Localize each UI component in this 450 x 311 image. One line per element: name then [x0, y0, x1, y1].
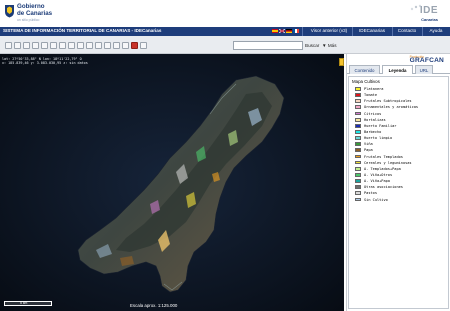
legend-label: Papa — [364, 148, 373, 153]
scale-bar-label: 5 km — [20, 301, 28, 305]
more-options-button[interactable]: ▼ Más — [322, 41, 337, 50]
legend-label: Platanera — [364, 87, 384, 91]
satellite-map-image — [0, 54, 344, 311]
legend-swatch — [355, 197, 361, 202]
map-canvas[interactable]: lat: 27º50'33,88" N lon: 18º11'22,79" O … — [0, 54, 344, 311]
nav-divider — [392, 27, 393, 36]
legend-label: Tomate — [364, 93, 377, 98]
legend-label: Barbecho — [364, 129, 382, 134]
legend-swatch — [355, 160, 361, 165]
nav-link-help[interactable]: Ayuda — [425, 28, 447, 33]
coordinates-readout: lat: 27º50'33,88" N lon: 18º11'22,79" O … — [2, 57, 88, 66]
legend-swatch — [355, 111, 361, 116]
legend-label: Huerto Familiar — [364, 123, 397, 128]
measure-distance-tool-icon[interactable] — [50, 42, 57, 49]
system-title: SISTEMA DE INFORMACIÓN TERRITORIAL DE CA… — [3, 28, 162, 33]
grafcan-logo[interactable]: GRAFCAN — [410, 57, 444, 64]
settings-tool-icon[interactable] — [140, 42, 147, 49]
app-window: Gobierno de Canarias un sitio público ID… — [0, 0, 450, 311]
info-tool-icon[interactable] — [41, 42, 48, 49]
legend-label: Viña — [364, 142, 373, 147]
scale-bar — [4, 301, 52, 306]
toggle-panel-button[interactable] — [339, 58, 344, 66]
legend-label: Sin Cultivo — [364, 197, 388, 202]
legend-swatch — [355, 191, 361, 196]
legend-label: Frutales Templados — [364, 154, 403, 159]
zoom-out-tool-icon[interactable] — [23, 42, 30, 49]
legend-swatch — [355, 105, 361, 110]
tab-contenido[interactable]: Contenido — [349, 65, 380, 74]
nav-divider — [302, 27, 303, 36]
canarias-crest-icon[interactable] — [4, 4, 15, 18]
nav-link-previous-viewer[interactable]: Visor anterior (v3) — [307, 28, 351, 33]
nav-divider — [352, 27, 353, 36]
legend-swatch — [355, 129, 361, 134]
legend-label: A. Viña+Papa — [364, 179, 390, 184]
tab-leyenda[interactable]: Leyenda — [382, 65, 413, 74]
side-panel: Producido GRAFCAN Contenido Leyenda URL … — [346, 54, 450, 311]
previous-extent-tool-icon[interactable] — [68, 42, 75, 49]
gov-name-line2: de Canarias — [17, 9, 53, 17]
nav-divider — [422, 27, 423, 36]
nav-link-contact[interactable]: Contacto — [394, 28, 420, 33]
legend-label: Pastos — [364, 191, 377, 196]
legend-swatch — [355, 123, 361, 128]
legend-label: Ornamentales y aromáticas — [364, 105, 419, 110]
share-tool-icon[interactable] — [104, 42, 111, 49]
spain-flag-icon[interactable] — [272, 29, 278, 33]
legend-label: Otras asociaciones — [364, 185, 403, 190]
legend-swatch — [355, 136, 361, 140]
next-extent-tool-icon[interactable] — [77, 42, 84, 49]
legend-label: Cereales y leguminosas — [364, 160, 412, 165]
gov-tagline: un sitio público — [17, 18, 40, 22]
zoom-in-tool-icon[interactable] — [14, 42, 21, 49]
scale-text: Escala aprox. 1:125.000 — [130, 303, 178, 308]
government-name[interactable]: Gobierno de Canarias — [17, 3, 53, 17]
france-flag-icon[interactable] — [293, 29, 299, 33]
tab-url[interactable]: URL — [415, 65, 433, 74]
legend-label: A. Templados+Papa — [364, 166, 401, 171]
legend-swatch — [355, 93, 361, 97]
legend-swatch — [355, 117, 361, 122]
draw-tool-icon[interactable] — [86, 42, 93, 49]
search-input[interactable] — [233, 41, 303, 50]
legend-box: Mapa Cultivos Platanera Tomate Frutales Su… — [348, 76, 449, 309]
legend-swatch — [355, 142, 361, 147]
3d-view-tool-icon[interactable] — [131, 42, 138, 49]
uk-flag-icon[interactable] — [279, 29, 285, 33]
layers-tool-icon[interactable] — [122, 42, 129, 49]
germany-flag-icon[interactable] — [286, 29, 292, 33]
panel-tabs: Contenido Leyenda URL — [347, 65, 450, 74]
ide-logo-text: IDE — [419, 5, 438, 16]
legend-swatch — [355, 172, 361, 177]
ide-logo-sub: Canarias — [421, 17, 438, 22]
search-button[interactable]: Buscar — [305, 41, 322, 50]
print-tool-icon[interactable] — [95, 42, 102, 49]
pan-tool-icon[interactable] — [32, 42, 39, 49]
legend-swatch — [355, 148, 361, 153]
coord-xyz: x: 185.839,46 y: 3.083.030,95 z: sin dat… — [2, 61, 88, 66]
legend-label: Frutales Subtropicales — [364, 99, 412, 104]
nav-link-idecanarias[interactable]: IDECanarias — [355, 28, 389, 33]
measure-area-tool-icon[interactable] — [59, 42, 66, 49]
site-header: Gobierno de Canarias un sitio público ID… — [0, 0, 450, 27]
legend-swatch — [355, 166, 361, 171]
legend-title: Mapa Cultivos — [352, 79, 380, 84]
home-tool-icon[interactable] — [5, 42, 12, 49]
legend-label: A. Viña+Otros — [364, 172, 393, 177]
legend-label: Huerto limpio — [364, 136, 393, 141]
legend-label: Hortalizas — [364, 117, 386, 122]
legend-swatch — [355, 87, 361, 91]
top-navigation-bar: SISTEMA DE INFORMACIÓN TERRITORIAL DE CA… — [0, 27, 450, 36]
map-toolbar: Buscar ▼ Más — [0, 36, 450, 54]
legend-label: Cítricos — [364, 111, 382, 116]
legend-swatch — [355, 99, 361, 104]
legend-swatch — [355, 185, 361, 190]
legend-swatch — [355, 179, 361, 183]
legend-swatch — [355, 154, 361, 159]
download-tool-icon[interactable] — [113, 42, 120, 49]
